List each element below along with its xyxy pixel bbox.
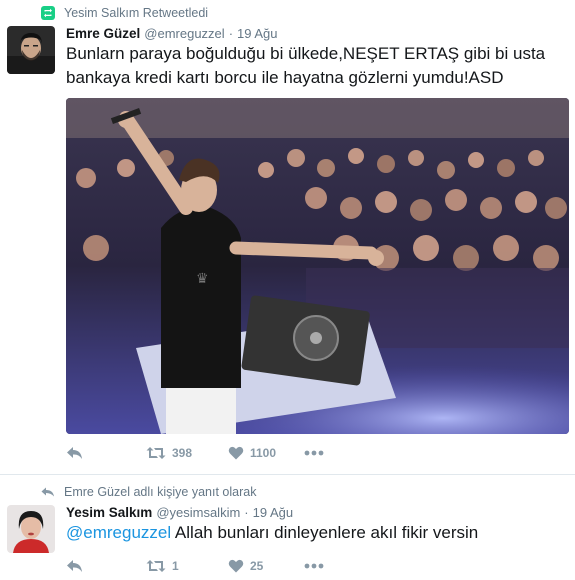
like-button[interactable]: 1100 [228,446,304,460]
tweet-text-body: Allah bunları dinleyenlere akıl fikir ve… [171,523,479,542]
author-handle[interactable]: @emreguzzel [144,26,224,41]
like-count: 1100 [250,446,277,460]
tweet-header: Emre Güzel @emreguzzel · 19 Ağu [66,26,278,41]
tweet-retweeted[interactable]: Yesim Salkım Retweetledi Emre Güzel @emr… [0,0,575,474]
retweet-context-text: Yesim Salkım Retweetledi [64,6,209,20]
more-button[interactable] [304,450,324,456]
retweet-button[interactable]: 398 [146,446,228,460]
tweet-timestamp[interactable]: 19 Ağu [237,26,278,41]
retweet-badge-icon [40,6,56,20]
more-button[interactable] [304,563,324,569]
retweet-count: 398 [172,446,193,460]
like-heart-icon [228,446,244,460]
tweet-text: Bunlarn paraya boğulduğu bi ülkede,NEŞET… [66,44,546,87]
tweet-timestamp[interactable]: 19 Ağu [253,505,294,520]
author-handle[interactable]: @yesimsalkim [156,505,240,520]
header-separator: · [244,505,249,520]
reply-icon [67,447,82,459]
tweet-photo[interactable]: ♛ [66,98,569,434]
more-dots-icon [304,563,324,569]
like-count: 25 [250,559,264,573]
retweet-icon [146,447,166,459]
reply-button[interactable] [66,446,146,460]
tweet-reply[interactable]: Emre Güzel adlı kişiye yanıt olarak Yesi… [0,474,575,580]
tweet-actions: 1 25 [66,559,324,573]
retweet-count: 1 [172,559,179,573]
header-separator: · [228,26,234,41]
like-heart-icon [228,559,244,573]
tweet-actions: 398 1100 [66,446,324,460]
retweet-context[interactable]: Yesim Salkım Retweetledi [40,6,208,20]
mention-link[interactable]: @emreguzzel [66,523,171,542]
retweet-button[interactable]: 1 [146,559,228,573]
reply-icon [67,560,82,572]
reply-context[interactable]: Emre Güzel adlı kişiye yanıt olarak [40,485,256,499]
dj-crowd-photo: ♛ [66,98,569,434]
avatar-emre-guzel[interactable] [7,26,55,74]
tweet-header: Yesim Salkım @yesimsalkim · 19 Ağu [66,505,293,520]
reply-context-text: Emre Güzel adlı kişiye yanıt olarak [64,485,257,499]
retweet-icon [146,560,166,572]
svg-text:♛: ♛ [196,270,209,286]
reply-button[interactable] [66,559,146,573]
avatar-yesim-salkim[interactable] [7,505,55,553]
reply-arrow-icon [40,485,56,499]
author-fullname[interactable]: Yesim Salkım [66,505,152,520]
author-fullname[interactable]: Emre Güzel [66,26,140,41]
more-dots-icon [304,450,324,456]
tweet-text: @emreguzzel Allah bunları dinleyenlere a… [66,521,546,545]
like-button[interactable]: 25 [228,559,304,573]
